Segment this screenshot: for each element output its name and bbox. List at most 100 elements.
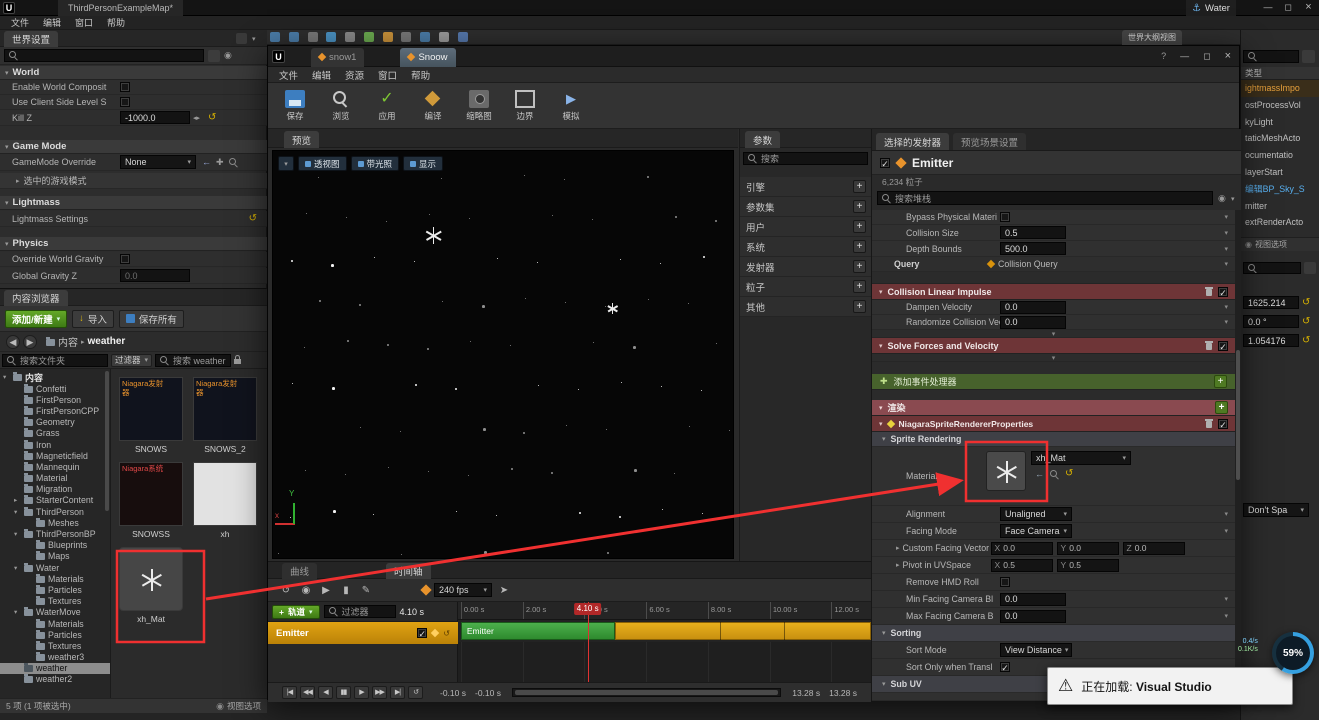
tab-curves[interactable]: 曲线 <box>282 563 318 579</box>
delete-icon[interactable] <box>1205 341 1213 350</box>
browse-icon[interactable] <box>228 157 238 167</box>
detail-value-input[interactable]: 0.0 ° <box>1243 315 1299 328</box>
chevron-down-icon[interactable]: ▾ <box>5 69 9 77</box>
parameter-group-row[interactable]: 其他 + <box>740 297 872 317</box>
chevron-down-icon[interactable]: ▾ <box>5 199 9 207</box>
reset-icon[interactable]: ↺ <box>1065 469 1073 479</box>
tree-item[interactable]: ▾ WaterMove <box>0 607 110 618</box>
toolbar-icon[interactable] <box>363 32 374 42</box>
expand-arrow[interactable]: ▾ <box>14 608 21 616</box>
sort-only-checkbox[interactable] <box>1000 662 1010 672</box>
scrollbar-thumb[interactable] <box>515 690 779 695</box>
details-options-icon[interactable] <box>1304 262 1316 274</box>
toolbar-button[interactable]: 应用 <box>364 90 410 122</box>
timeline-scrollbar[interactable] <box>512 688 782 697</box>
stop-icon[interactable]: ▮ <box>338 583 354 598</box>
tree-item[interactable]: Mannequin <box>0 461 110 472</box>
parameters-search-input[interactable]: 搜索 <box>743 152 868 165</box>
dampen-velocity-input[interactable]: 0.0 <box>1000 300 1066 314</box>
tree-item[interactable]: Grass <box>0 428 110 439</box>
menu-item[interactable]: 编辑 <box>305 68 338 82</box>
chevron-right-icon[interactable]: ▸ <box>16 177 20 185</box>
menu-item[interactable]: 资源 <box>338 68 371 82</box>
chevron-down-icon[interactable]: ▾ <box>1224 595 1228 603</box>
spawn-collision-select[interactable]: Don't Spa ▾ <box>1243 503 1309 517</box>
track-filter-input[interactable]: 过滤器 <box>323 605 396 618</box>
toolbar-button[interactable]: 边界 <box>502 89 548 122</box>
toolbar-icon[interactable] <box>345 32 356 42</box>
chevron-down-icon[interactable]: ▾ <box>1224 260 1228 268</box>
toolbar-icon[interactable] <box>457 32 468 42</box>
lock-icon[interactable] <box>234 355 242 364</box>
custom-facing-x-input[interactable]: X 0.0 <box>990 541 1053 555</box>
preview-viewport[interactable]: ▾ 透视图 带光照 显示 Y x <box>272 150 734 559</box>
tree-item[interactable]: Blueprints <box>0 540 110 551</box>
tree-item[interactable]: Iron <box>0 439 110 450</box>
emitter-track-row[interactable]: Emitter ↺ <box>268 622 458 644</box>
outliner-item[interactable]: 编辑BP_Sky_S <box>1241 181 1319 198</box>
eye-icon[interactable]: ◉ <box>1218 193 1226 204</box>
chevron-down-icon[interactable]: ▾ <box>1224 229 1228 237</box>
help-icon[interactable]: ? <box>1161 51 1166 61</box>
use-selected-icon[interactable]: ← <box>1035 469 1044 479</box>
expand-arrow[interactable]: ▾ <box>3 373 10 381</box>
toolbar-button[interactable]: 浏览 <box>318 90 364 122</box>
import-button[interactable]: ↓ 导入 <box>72 309 114 328</box>
use-selected-icon[interactable]: ← <box>202 157 211 167</box>
collision-size-input[interactable]: 0.5 <box>1000 226 1066 239</box>
parameter-group-row[interactable]: 粒子 + <box>740 277 872 297</box>
add-parameter-button[interactable]: + <box>853 220 866 233</box>
sort-mode-select[interactable]: View Distance ▾ <box>1000 643 1072 657</box>
menu-item[interactable]: 文件 <box>272 68 305 82</box>
view-options-button[interactable]: 视图选项 <box>227 700 261 712</box>
stack-pane-tab[interactable]: 预览场景设置 <box>953 133 1027 150</box>
emitter-spawn-bar[interactable]: Emitter <box>460 622 616 640</box>
chevron-down-icon[interactable]: ▾ <box>879 404 883 412</box>
water-window-tab[interactable]: ⚓ Water <box>1186 0 1236 16</box>
search-assets-input[interactable]: 搜索 weather <box>155 353 232 367</box>
chevron-down-icon[interactable]: ▾ <box>1224 527 1228 535</box>
add-parameter-button[interactable]: + <box>853 300 866 313</box>
tree-item[interactable]: Geometry <box>0 417 110 428</box>
filter-button[interactable]: 过滤器 ▾ <box>111 353 153 367</box>
tree-item[interactable]: weather2 <box>0 674 110 685</box>
transport-button[interactable]: ▶▶ <box>372 686 387 699</box>
tree-item[interactable]: Materials <box>0 618 110 629</box>
emitter-enabled-checkbox[interactable] <box>880 157 890 168</box>
menu-item[interactable]: 帮助 <box>404 68 437 82</box>
module-collision-linear-impulse[interactable]: ▾ Collision Linear Impulse <box>872 284 1235 300</box>
expand-arrow[interactable]: ▸ <box>14 496 21 504</box>
pivot-y-input[interactable]: Y 0.5 <box>1056 558 1119 572</box>
editor-tab[interactable]: Snoow <box>400 47 456 67</box>
spinner-icon[interactable]: ◂▸ <box>193 114 200 122</box>
timeline-ruler[interactable]: 0.00 s 2.00 s 4.00 s 6.00 s 8.00 s 10.00… <box>458 602 871 620</box>
module-solve-forces[interactable]: ▾ Solve Forces and Velocity <box>872 338 1235 354</box>
enable-world-composition-checkbox[interactable] <box>120 82 130 92</box>
asset-tile[interactable]: Niagara系统 SNOWSS <box>117 462 185 539</box>
tree-item[interactable]: Confetti <box>0 383 110 394</box>
tab-world-settings[interactable]: 世界设置 <box>4 31 59 47</box>
add-parameter-button[interactable]: + <box>853 260 866 273</box>
reset-icon[interactable]: ↺ <box>1302 316 1310 327</box>
browse-icon[interactable] <box>1050 469 1059 479</box>
viewport-mode-button[interactable]: 透视图 <box>298 156 347 171</box>
category-sorting[interactable]: ▾ Sorting <box>872 625 1235 642</box>
settings-search-input[interactable] <box>4 49 204 62</box>
transport-button[interactable]: ◀ <box>318 686 333 699</box>
emitter-lifetime-bar[interactable] <box>615 622 871 640</box>
expand-arrow[interactable]: ▾ <box>14 564 21 572</box>
timeline-track-area[interactable]: 0.00 s 2.00 s 4.00 s 6.00 s 8.00 s 10.00… <box>458 602 871 682</box>
tree-item[interactable]: ▸ StarterContent <box>0 495 110 506</box>
maximize-button[interactable]: ◻ <box>1203 51 1210 62</box>
track-loop-icon[interactable]: ↺ <box>443 629 450 638</box>
delete-icon[interactable] <box>1205 287 1213 296</box>
viewport-mode-button[interactable]: 带光照 <box>350 156 400 171</box>
tree-item[interactable]: Particles <box>0 584 110 595</box>
category-query[interactable]: Query <box>894 259 988 269</box>
override-gravity-checkbox[interactable] <box>120 254 130 264</box>
facing-mode-select[interactable]: Face Camera ▾ <box>1000 524 1072 538</box>
menu-item[interactable]: 窗口 <box>68 16 100 29</box>
stack-pane-tab[interactable]: 选择的发射器 <box>876 133 950 150</box>
parameter-group-row[interactable]: 用户 + <box>740 217 872 237</box>
randomize-collision-input[interactable]: 0.0 <box>1000 315 1066 329</box>
